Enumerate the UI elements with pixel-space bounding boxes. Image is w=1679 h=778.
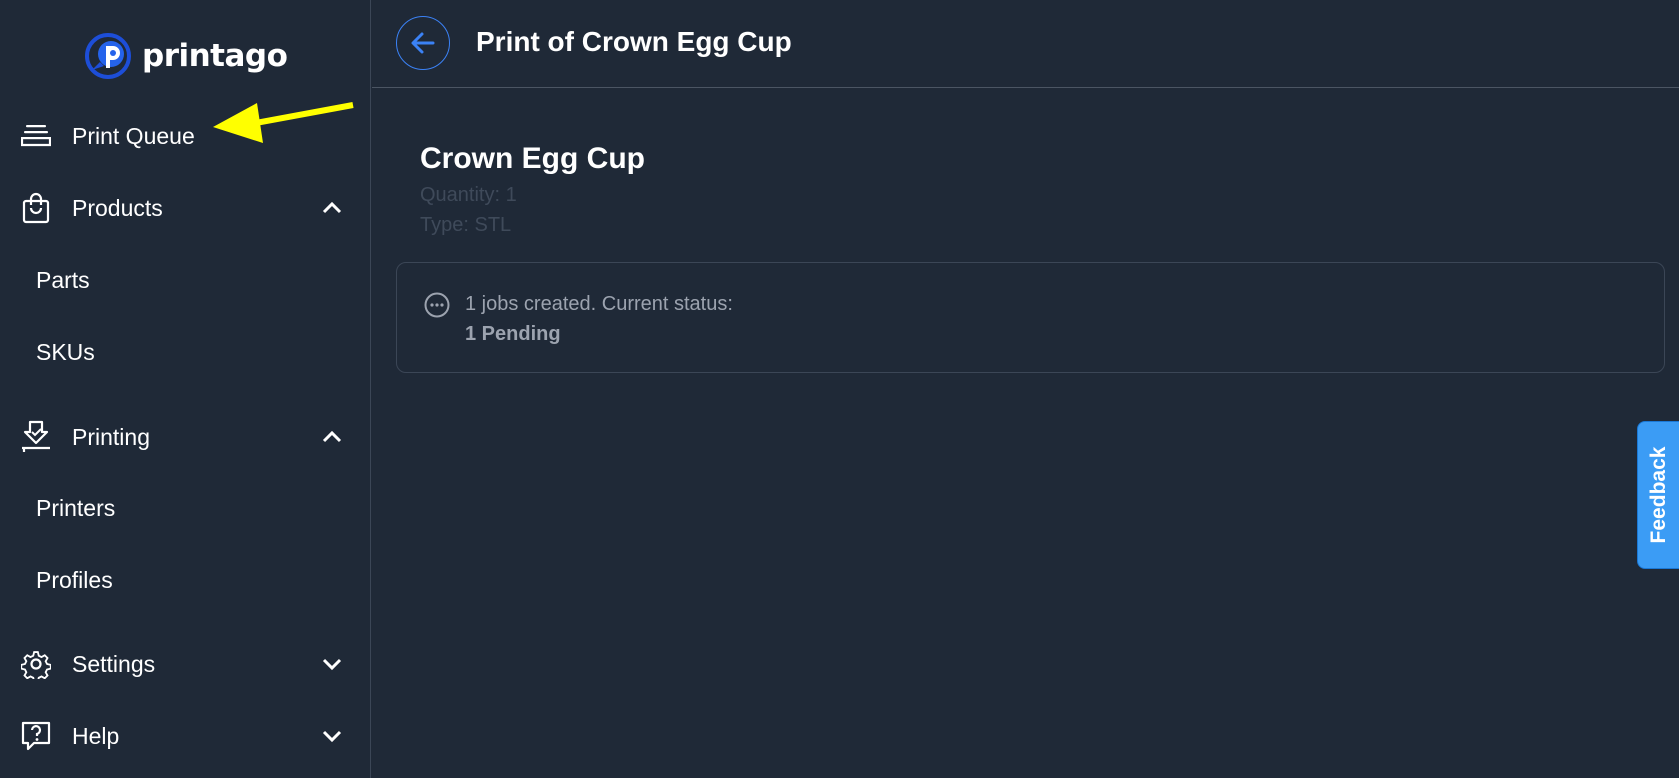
chevron-up-icon[interactable] (318, 194, 346, 222)
nav-printing[interactable]: Printing (0, 407, 371, 467)
queue-icon (20, 120, 52, 152)
ellipsis-circle-icon (424, 292, 450, 318)
nav-products[interactable]: Products (0, 178, 371, 238)
nav-settings[interactable]: Settings (0, 634, 371, 694)
printer-icon (20, 420, 52, 453)
part-type: Type: STL (420, 214, 512, 236)
printago-logo-icon (85, 33, 131, 79)
back-button[interactable] (396, 16, 450, 70)
shopping-bag-icon (20, 192, 52, 224)
nav-print-queue-label: Print Queue (72, 122, 195, 149)
nav-settings-label: Settings (72, 650, 156, 677)
page-header: Print of Crown Egg Cup (372, 0, 1679, 88)
feedback-button[interactable]: Feedback (1637, 421, 1679, 569)
job-status-summary: 1 jobs created. Current status: (465, 293, 733, 315)
nav-printers[interactable]: Printers (0, 478, 371, 538)
help-icon (20, 720, 52, 752)
nav-help-label: Help (72, 722, 120, 749)
app-name: printago (142, 38, 288, 74)
nav-printing-label: Printing (72, 423, 150, 450)
nav-help[interactable]: Help (0, 706, 371, 766)
nav-products-label: Products (72, 194, 163, 221)
part-name: Crown Egg Cup (420, 142, 645, 175)
nav-parts-label: Parts (36, 266, 90, 293)
chevron-down-icon[interactable] (318, 650, 346, 678)
chevron-down-icon[interactable] (318, 722, 346, 750)
feedback-label: Feedback (1647, 446, 1670, 544)
nav-printers-label: Printers (36, 494, 116, 521)
arrow-left-icon (411, 32, 435, 54)
part-quantity: Quantity: 1 (420, 184, 517, 206)
printago-logo[interactable]: printago (84, 30, 288, 82)
job-status-card: 1 jobs created. Current status: 1 Pendin… (396, 262, 1665, 373)
nav-profiles-label: Profiles (36, 566, 113, 593)
gear-icon (20, 648, 52, 680)
chevron-up-icon[interactable] (318, 423, 346, 451)
nav-skus-label: SKUs (36, 338, 95, 365)
sidebar: printago Print Queue Products Parts SKUs… (0, 0, 371, 778)
nav-parts[interactable]: Parts (0, 250, 371, 310)
job-status-detail: 1 Pending (465, 323, 561, 345)
nav-skus[interactable]: SKUs (0, 322, 371, 382)
nav-profiles[interactable]: Profiles (0, 550, 371, 610)
page-title: Print of Crown Egg Cup (476, 26, 792, 57)
nav-print-queue[interactable]: Print Queue (0, 106, 371, 166)
